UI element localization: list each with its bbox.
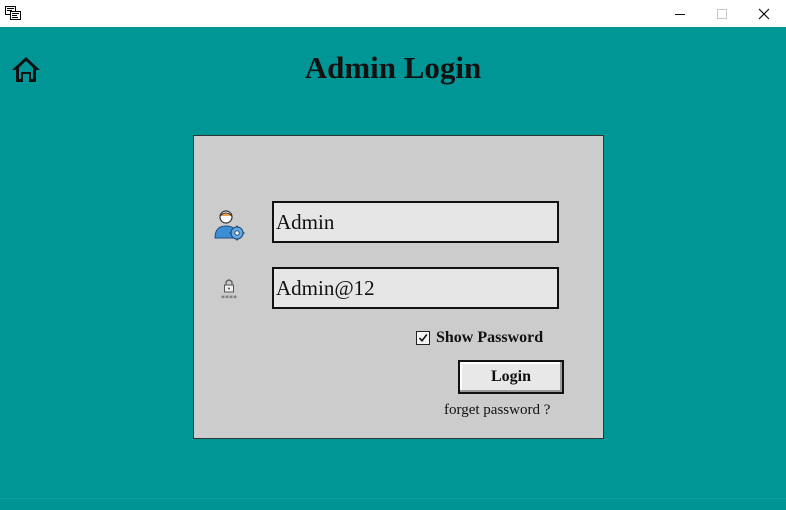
show-password-label: Show Password [436, 329, 544, 346]
main-area: Admin Login **** [0, 27, 786, 510]
login-button[interactable]: Login [458, 360, 564, 394]
minimize-button[interactable] [658, 0, 702, 27]
minimize-icon [675, 13, 685, 15]
close-icon [758, 8, 770, 19]
password-lock-icon: **** [221, 279, 237, 303]
login-panel: **** Show Password Login forget password… [193, 135, 604, 439]
maximize-icon [717, 8, 727, 19]
username-input[interactable] [272, 201, 559, 243]
show-password-checkbox[interactable]: Show Password [416, 329, 543, 347]
user-settings-icon [214, 210, 245, 241]
close-button[interactable] [742, 0, 786, 27]
title-bar [0, 0, 786, 27]
page-title: Admin Login [304, 50, 482, 85]
maximize-button[interactable] [700, 0, 744, 27]
app-icon [5, 6, 21, 20]
bottom-strip [0, 498, 786, 510]
svg-text:****: **** [221, 294, 237, 303]
checkbox-checked-icon[interactable] [416, 331, 430, 345]
password-input[interactable] [272, 267, 559, 309]
forget-password-link[interactable]: forget password ? [444, 402, 550, 419]
